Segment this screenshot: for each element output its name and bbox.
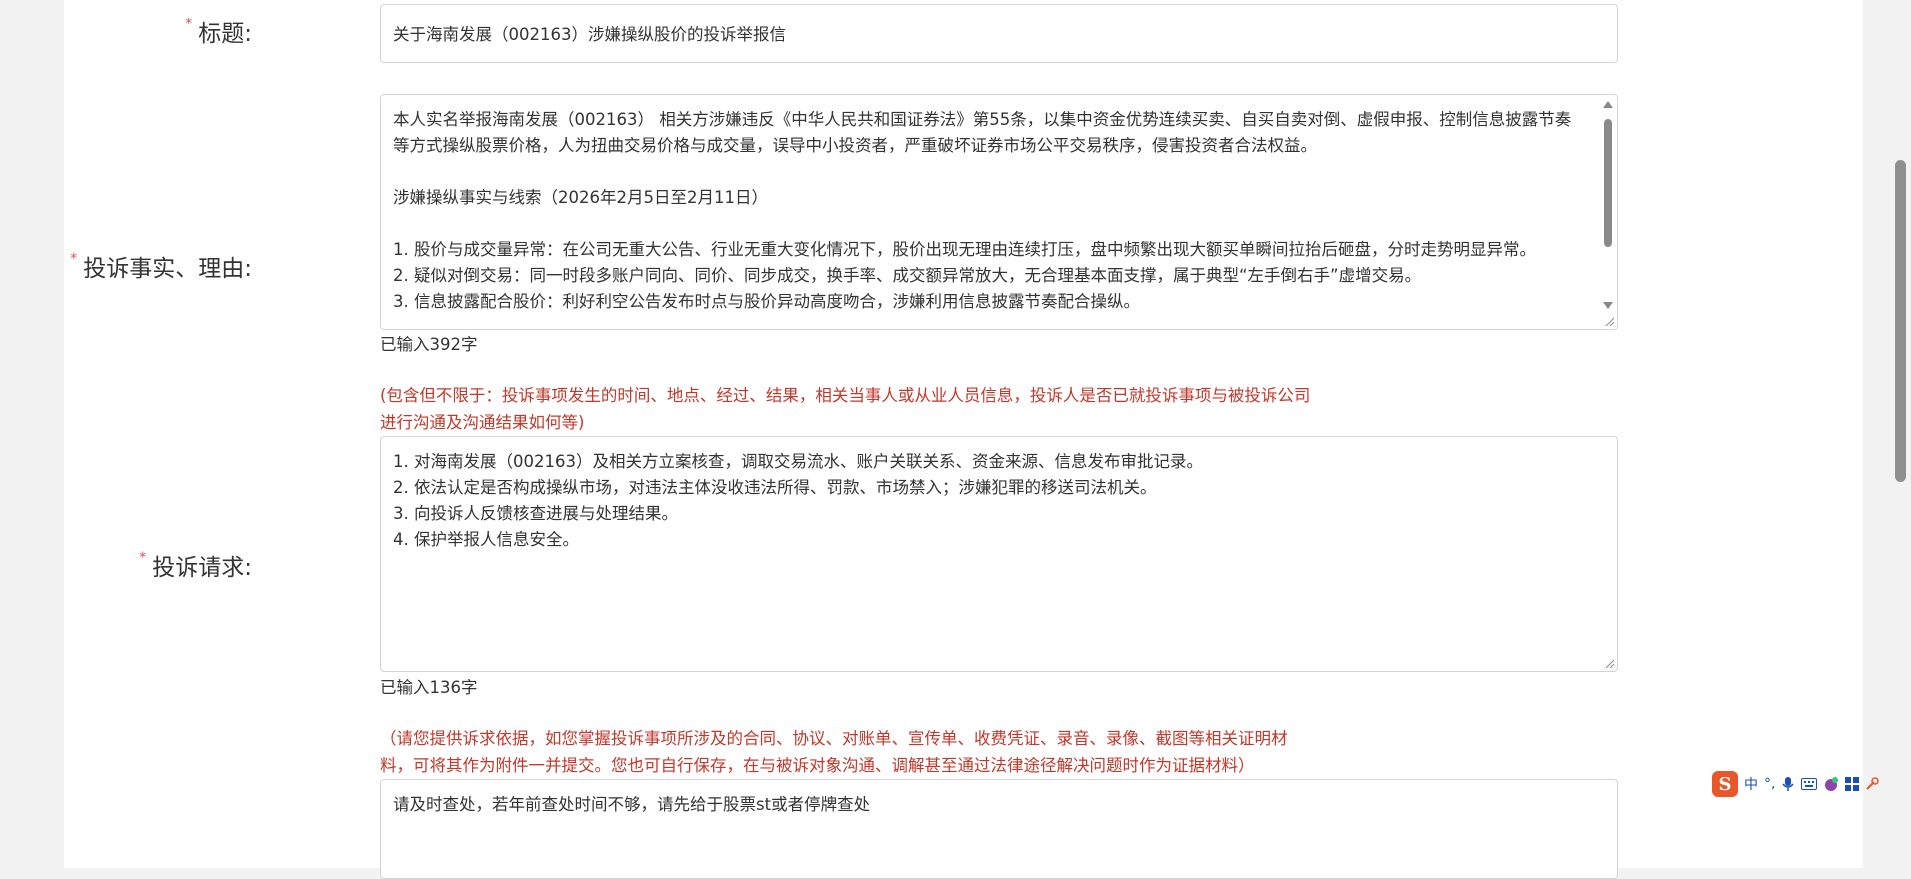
- title-input[interactable]: 关于海南发展（002163）涉嫌操纵股价的投诉举报信: [380, 4, 1618, 63]
- required-mark: *: [139, 550, 147, 566]
- resize-handle-icon[interactable]: [1604, 316, 1614, 326]
- tool-icon[interactable]: [1865, 777, 1880, 791]
- scroll-up-icon[interactable]: [1603, 101, 1613, 108]
- required-mark: *: [70, 251, 78, 267]
- ime-mode-toggle[interactable]: 中: [1744, 774, 1758, 794]
- page-scrollbar[interactable]: [1863, 0, 1911, 868]
- resize-handle-icon[interactable]: [1604, 658, 1614, 668]
- skin-icon[interactable]: [1823, 776, 1839, 792]
- extra-textarea[interactable]: 请及时查处，若年前查处时间不够，请先给于股票st或者停牌查处: [380, 779, 1618, 879]
- mic-icon[interactable]: [1781, 776, 1795, 792]
- grid-icon[interactable]: [1845, 777, 1860, 791]
- scrollbar-thumb[interactable]: [1604, 119, 1612, 247]
- page-scrollbar-thumb[interactable]: [1895, 160, 1906, 482]
- ime-logo-icon[interactable]: S: [1712, 771, 1738, 797]
- requests-label: * 投诉请求:: [139, 550, 252, 581]
- requests-textarea[interactable]: 1. 对海南发展（002163）及相关方立案核查，调取交易流水、账户关联关系、资…: [380, 436, 1618, 672]
- facts-textarea[interactable]: 本人实名举报海南发展（002163） 相关方涉嫌违反《中华人民共和国证券法》第5…: [380, 94, 1618, 330]
- facts-label: * 投诉事实、理由:: [70, 251, 252, 282]
- scroll-down-icon[interactable]: [1603, 302, 1613, 309]
- facts-char-counter: 已输入392字: [380, 335, 478, 354]
- required-mark: *: [185, 16, 193, 32]
- facts-hint: (包含但不限于：投诉事项发生的时间、地点、经过、结果，相关当事人或从业人员信息，…: [380, 386, 1311, 432]
- title-label: * 标题:: [185, 16, 252, 47]
- requests-hint: （请您提供诉求依据，如您掌握投诉事项所涉及的合同、协议、对账单、宣传单、收费凭证…: [380, 729, 1288, 775]
- punct-icon[interactable]: °,: [1764, 776, 1775, 792]
- requests-char-counter: 已输入136字: [380, 678, 478, 697]
- textarea-scrollbar[interactable]: [1601, 99, 1615, 313]
- ime-toolbar[interactable]: S 中 °,: [1712, 769, 1911, 799]
- form-page: * 标题: 关于海南发展（002163）涉嫌操纵股价的投诉举报信 * 投诉事实、理由…: [64, 0, 1863, 879]
- keyboard-icon[interactable]: [1801, 778, 1818, 790]
